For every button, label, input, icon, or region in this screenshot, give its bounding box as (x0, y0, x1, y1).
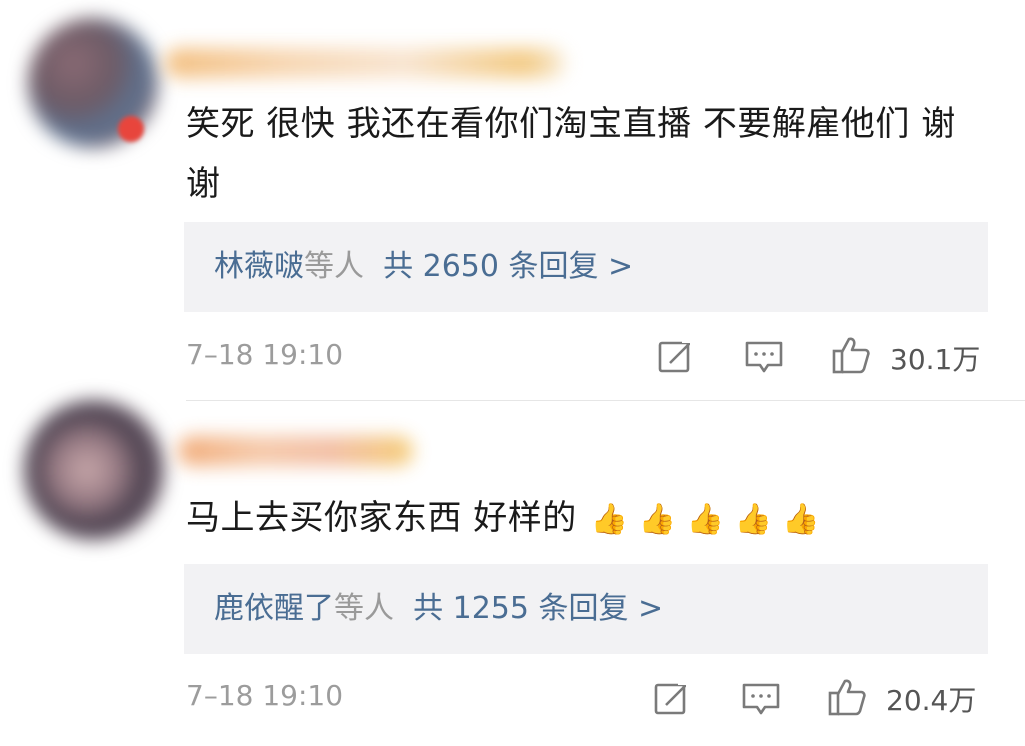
edit-icon[interactable] (656, 337, 696, 377)
thumbs-up-icon[interactable] (827, 677, 867, 717)
verified-badge-icon (118, 116, 144, 142)
timestamp: 7–18 19:10 (186, 338, 344, 371)
reply-mid-text: 等人 (334, 591, 394, 626)
reply-user-names: 鹿依醒了 (214, 591, 334, 626)
avatar[interactable] (24, 400, 164, 540)
thumbs-up-icon[interactable] (831, 335, 871, 375)
thumbs-up-emoji: 👍 👍 👍 👍 👍 (590, 502, 821, 537)
reply-mid-text: 等人 (304, 249, 364, 284)
comment-item-2: 马上去买你家东西 好样的 👍 👍 👍 👍 👍 鹿依醒了等人 共 1255 条回复 … (0, 400, 1025, 746)
username-blurred[interactable] (165, 48, 565, 78)
reply-count: 共 1255 条回复 > (413, 591, 664, 626)
reply-user-names: 林薇啵 (214, 249, 304, 284)
replies-link[interactable]: 鹿依醒了等人 共 1255 条回复 > (184, 564, 988, 654)
comment-item-1: 笑死 很快 我还在看你们淘宝直播 不要解雇他们 谢谢 林薇啵等人 共 2650 … (0, 0, 1025, 400)
username-blurred[interactable] (178, 436, 413, 466)
timestamp: 7–18 19:10 (186, 679, 344, 712)
comment-text: 马上去买你家东西 好样的 👍 👍 👍 👍 👍 (186, 488, 986, 550)
comment-icon[interactable] (744, 337, 784, 377)
comment-icon[interactable] (741, 679, 781, 719)
replies-link[interactable]: 林薇啵等人 共 2650 条回复 > (184, 222, 988, 312)
like-count: 20.4万 (886, 684, 977, 717)
edit-icon[interactable] (652, 679, 692, 719)
reply-count: 共 2650 条回复 > (383, 249, 634, 284)
comment-text: 笑死 很快 我还在看你们淘宝直播 不要解雇他们 谢谢 (186, 104, 956, 204)
comment-text-body: 马上去买你家东西 好样的 (186, 498, 577, 538)
like-count: 30.1万 (890, 343, 981, 376)
